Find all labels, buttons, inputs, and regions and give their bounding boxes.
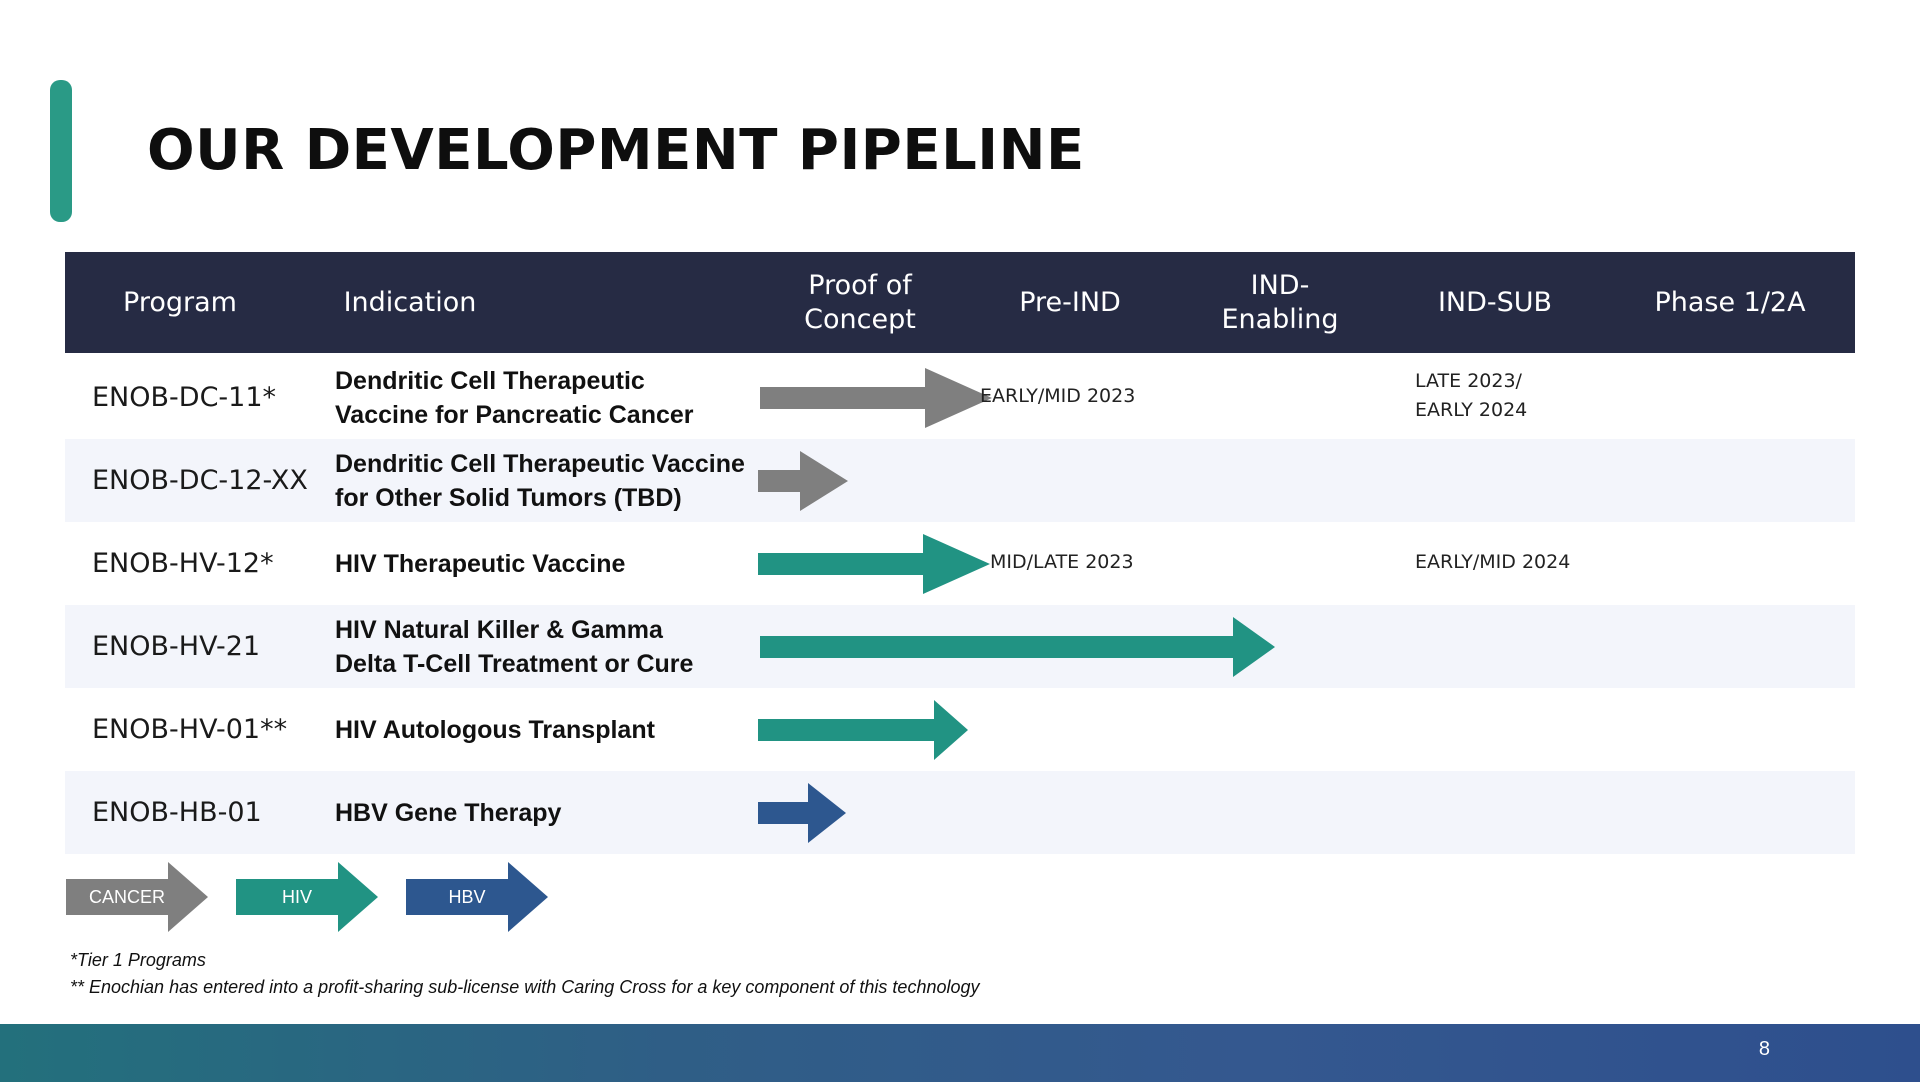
program-name: ENOB-DC-11* bbox=[92, 382, 277, 413]
table-row: ENOB-DC-12-XX Dendritic Cell Therapeutic… bbox=[65, 439, 1855, 522]
column-header-ind-sub: IND-SUB bbox=[1437, 286, 1553, 318]
column-header-ind-enabling-line1: IND- bbox=[1250, 269, 1310, 301]
indication-line: HIV Autologous Transplant bbox=[335, 715, 655, 744]
progress-arrow-hbv bbox=[758, 783, 846, 843]
column-header-pre-ind: Pre-IND bbox=[1019, 286, 1121, 318]
title-accent-bar bbox=[50, 80, 72, 222]
table-row: ENOB-HV-12* HIV Therapeutic Vaccine MID/… bbox=[65, 522, 1855, 605]
ind-sub-milestone: EARLY/MID 2024 bbox=[1415, 551, 1571, 573]
program-name: ENOB-HV-21 bbox=[92, 631, 261, 662]
legend-hbv: HBV bbox=[406, 862, 548, 932]
progress-arrow-hiv bbox=[758, 534, 990, 594]
indication: HIV Therapeutic Vaccine bbox=[335, 522, 755, 605]
pre-ind-milestone: EARLY/MID 2023 bbox=[980, 385, 1136, 407]
table-row: ENOB-HV-01** HIV Autologous Transplant bbox=[65, 688, 1855, 771]
page-number: 8 bbox=[1758, 1038, 1770, 1060]
footnote-sublicense: ** Enochian has entered into a profit-sh… bbox=[70, 977, 980, 997]
legend-cancer: CANCER bbox=[66, 862, 208, 932]
indication-line: Delta T-Cell Treatment or Cure bbox=[335, 649, 694, 678]
indication-line: HIV Natural Killer & Gamma bbox=[335, 615, 663, 644]
indication: HBV Gene Therapy bbox=[335, 771, 755, 854]
indication-line: Dendritic Cell Therapeutic bbox=[335, 366, 645, 395]
progress-arrow-hiv bbox=[760, 617, 1275, 677]
indication-line: HIV Therapeutic Vaccine bbox=[335, 549, 626, 578]
page-title: OUR DEVELOPMENT PIPELINE bbox=[147, 118, 1085, 183]
indication: Dendritic Cell Therapeutic Vaccine for O… bbox=[335, 439, 755, 522]
indication-line: HBV Gene Therapy bbox=[335, 798, 562, 827]
legend-label: HBV bbox=[448, 886, 486, 907]
program-name: ENOB-HB-01 bbox=[92, 797, 262, 828]
pre-ind-milestone: MID/LATE 2023 bbox=[990, 551, 1134, 573]
indication-line: Dendritic Cell Therapeutic Vaccine bbox=[335, 449, 745, 478]
table-row: ENOB-HB-01 HBV Gene Therapy bbox=[65, 771, 1855, 854]
program-name: ENOB-HV-12* bbox=[92, 548, 274, 579]
column-header-ind-enabling: IND- Enabling bbox=[1175, 252, 1385, 353]
column-header-ind-enabling-line2: Enabling bbox=[1221, 303, 1339, 335]
progress-arrow-cancer bbox=[758, 451, 848, 511]
indication-line: Vaccine for Pancreatic Cancer bbox=[335, 400, 694, 429]
legend-hiv: HIV bbox=[236, 862, 378, 932]
column-header-program: Program bbox=[123, 286, 237, 318]
column-header-proof-of-concept: Proof of Concept bbox=[755, 252, 965, 353]
table-row: ENOB-HV-21 HIV Natural Killer & Gamma De… bbox=[65, 605, 1855, 688]
indication: HIV Autologous Transplant bbox=[335, 688, 755, 771]
ind-sub-milestone: LATE 2023/ EARLY 2024 bbox=[1415, 367, 1527, 425]
column-header-proof-line2: Concept bbox=[804, 303, 916, 335]
footnotes: *Tier 1 Programs ** Enochian has entered… bbox=[70, 947, 980, 1001]
table-header: Program Indication Proof of Concept Pre-… bbox=[65, 252, 1855, 353]
progress-arrow-cancer bbox=[760, 368, 992, 428]
legend-label: HIV bbox=[281, 886, 312, 907]
milestone-line: EARLY 2024 bbox=[1415, 399, 1528, 421]
column-header-indication: Indication bbox=[343, 286, 477, 318]
footnote-tier1: *Tier 1 Programs bbox=[70, 950, 206, 970]
program-name: ENOB-DC-12-XX bbox=[92, 465, 308, 496]
column-header-proof-line1: Proof of bbox=[808, 269, 912, 301]
footer-band: 8 bbox=[0, 1024, 1920, 1082]
program-name: ENOB-HV-01** bbox=[92, 714, 288, 745]
column-header-phase: Phase 1/2A bbox=[1654, 286, 1806, 318]
indication-line: for Other Solid Tumors (TBD) bbox=[335, 483, 682, 512]
legend-label: CANCER bbox=[88, 886, 165, 907]
milestone-line: LATE 2023/ bbox=[1415, 370, 1522, 392]
table-row: ENOB-DC-11* Dendritic Cell Therapeutic V… bbox=[65, 356, 1855, 439]
indication: Dendritic Cell Therapeutic Vaccine for P… bbox=[335, 356, 755, 439]
progress-arrow-hiv bbox=[758, 700, 968, 760]
indication: HIV Natural Killer & Gamma Delta T-Cell … bbox=[335, 605, 755, 688]
